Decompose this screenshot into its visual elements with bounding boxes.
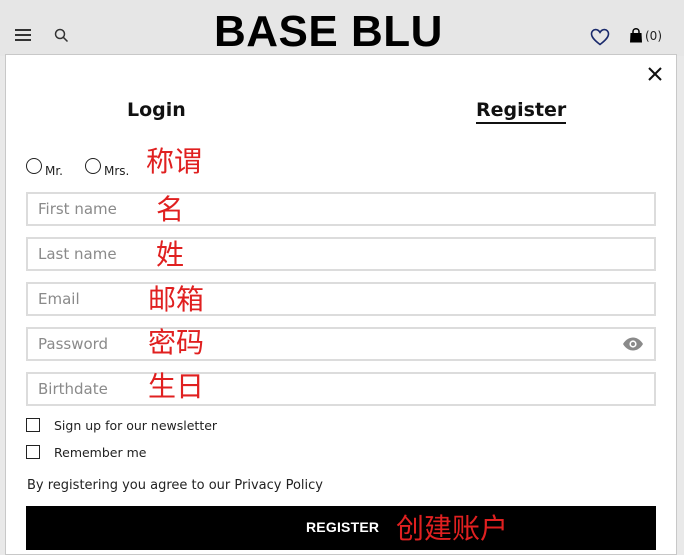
remember-label: Remember me <box>54 445 147 460</box>
radio-mr-circle[interactable] <box>26 158 42 174</box>
first-name-input[interactable] <box>28 194 654 224</box>
tab-login[interactable]: Login <box>127 99 186 121</box>
auth-modal: Login Register Mr. Mrs. 称谓 名 姓 邮箱 密码 生日 <box>5 54 677 555</box>
last-name-field[interactable] <box>26 237 656 271</box>
annotation-title: 称谓 <box>146 145 203 178</box>
radio-mrs-circle[interactable] <box>85 158 101 174</box>
register-button[interactable]: REGISTER <box>26 506 656 550</box>
birthdate-input[interactable] <box>28 374 654 404</box>
annotation-last-name: 姓 <box>156 238 185 271</box>
cart-count: (0) <box>645 28 662 43</box>
shopping-bag-icon <box>630 28 642 43</box>
radio-mr[interactable]: Mr. <box>26 158 63 178</box>
newsletter-option[interactable]: Sign up for our newsletter <box>26 417 218 433</box>
search-icon[interactable] <box>54 28 69 43</box>
annotation-password: 密码 <box>148 326 205 359</box>
register-button-label: REGISTER <box>306 519 380 535</box>
password-input[interactable] <box>28 329 654 359</box>
annotation-register: 创建账户 <box>396 512 509 545</box>
radio-mr-label: Mr. <box>45 164 63 178</box>
first-name-field[interactable] <box>26 192 656 226</box>
remember-checkbox[interactable] <box>26 444 40 459</box>
newsletter-label: Sign up for our newsletter <box>54 418 218 433</box>
email-input[interactable] <box>28 284 654 314</box>
title-radio-group: Mr. Mrs. <box>26 158 151 178</box>
birthdate-field[interactable] <box>26 372 656 406</box>
annotation-first-name: 名 <box>156 193 185 226</box>
annotation-email: 邮箱 <box>148 283 205 316</box>
cart-button[interactable]: (0) <box>629 28 662 43</box>
radio-mrs[interactable]: Mrs. <box>85 158 129 178</box>
remember-option[interactable]: Remember me <box>26 444 147 460</box>
wishlist-heart-icon[interactable] <box>590 28 610 46</box>
last-name-input[interactable] <box>28 239 654 269</box>
radio-mrs-label: Mrs. <box>104 164 130 178</box>
site-header: BASE BLU (0) <box>0 0 684 56</box>
close-icon[interactable] <box>646 65 664 83</box>
password-field[interactable] <box>26 327 656 361</box>
brand-logo[interactable]: BASE BLU <box>214 10 443 54</box>
privacy-agreement-text: By registering you agree to our Privacy … <box>27 478 323 493</box>
email-field[interactable] <box>26 282 656 316</box>
tab-register[interactable]: Register <box>476 99 567 124</box>
annotation-birthdate: 生日 <box>148 370 205 403</box>
menu-icon[interactable] <box>15 29 31 42</box>
newsletter-checkbox[interactable] <box>26 417 40 432</box>
eye-icon[interactable] <box>622 337 644 351</box>
